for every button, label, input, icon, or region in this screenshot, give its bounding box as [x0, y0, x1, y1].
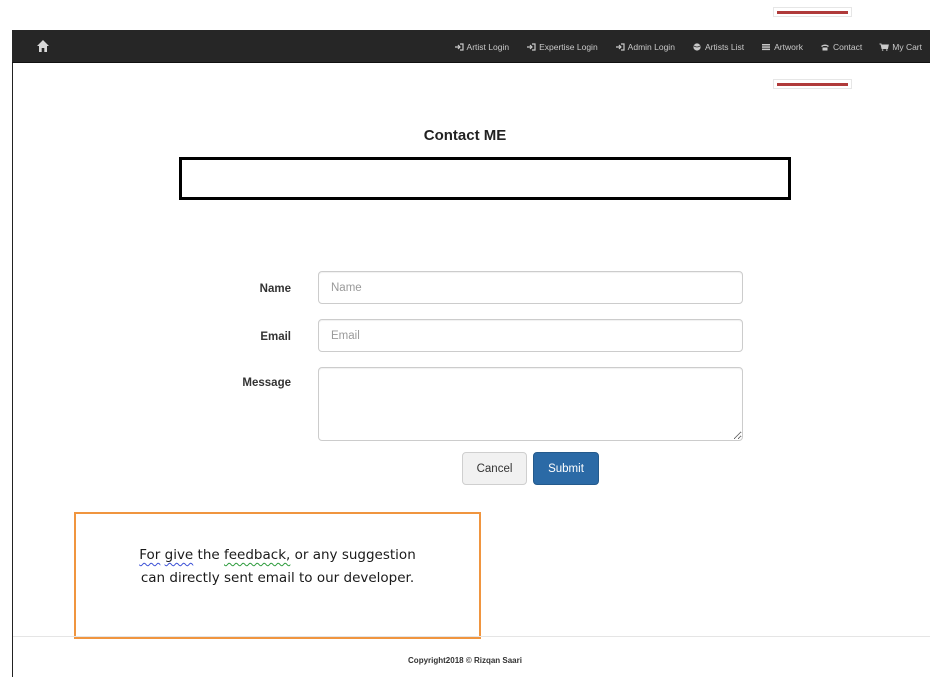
footer-copyright: Copyright2018 © Rizqan Saari: [408, 656, 522, 665]
nav-artwork-label: Artwork: [774, 41, 803, 52]
cart-icon: [879, 43, 890, 51]
note-line2: can directly sent email to our developer…: [140, 570, 415, 586]
annotation-box: For give the feedback, or any suggestion…: [74, 512, 481, 639]
email-label: Email: [260, 331, 291, 343]
phone-icon: [820, 43, 830, 51]
login-icon: [615, 42, 625, 51]
note-word-the: the: [197, 547, 220, 563]
nav-my-cart[interactable]: My Cart: [879, 42, 922, 52]
nav-artists-list[interactable]: Artists List: [692, 42, 744, 52]
red-marker-top: [773, 7, 852, 17]
nav-artist-login[interactable]: Artist Login: [454, 41, 510, 52]
name-label: Name: [259, 283, 291, 295]
annotation-text: For give the feedback, or any suggestion…: [76, 544, 479, 590]
red-marker-under-nav: [773, 79, 852, 89]
nav-contact-label: Contact: [832, 41, 863, 52]
login-icon: [454, 42, 464, 51]
nav-admin-login[interactable]: Admin Login: [615, 42, 675, 52]
page-left-border: [12, 63, 13, 677]
message-label: Message: [242, 377, 291, 389]
globe-icon: [692, 42, 702, 51]
highlight-box: [179, 157, 791, 200]
home-icon[interactable]: [36, 39, 50, 53]
nav-my-cart-label: My Cart: [892, 41, 922, 52]
nav-artist-login-label: Artist Login: [466, 41, 510, 52]
note-word-feedback: feedback,: [224, 547, 291, 563]
nav-artwork[interactable]: Artwork: [761, 42, 803, 52]
submit-button[interactable]: Submit: [533, 452, 599, 485]
nav-admin-login-label: Admin Login: [627, 41, 675, 52]
cancel-button[interactable]: Cancel: [462, 452, 527, 485]
name-input[interactable]: [318, 271, 743, 304]
login-icon: [526, 42, 536, 51]
page-title: Contact ME: [423, 127, 507, 144]
nav-expertise-login-label: Expertise Login: [539, 41, 598, 52]
navbar: Artist Login Expertise Login Admin Login…: [12, 30, 930, 63]
list-icon: [761, 43, 771, 51]
email-input[interactable]: [318, 319, 743, 352]
nav-menu: Artist Login Expertise Login Admin Login…: [437, 30, 922, 63]
message-textarea[interactable]: [318, 367, 743, 441]
nav-artists-list-label: Artists List: [704, 41, 745, 52]
note-word-for: For: [139, 547, 161, 563]
nav-contact[interactable]: Contact: [820, 42, 862, 52]
footer-divider: [13, 636, 930, 637]
note-line1-rest: or any suggestion: [294, 547, 416, 563]
note-word-give: give: [164, 547, 194, 563]
nav-expertise-login[interactable]: Expertise Login: [526, 42, 598, 52]
